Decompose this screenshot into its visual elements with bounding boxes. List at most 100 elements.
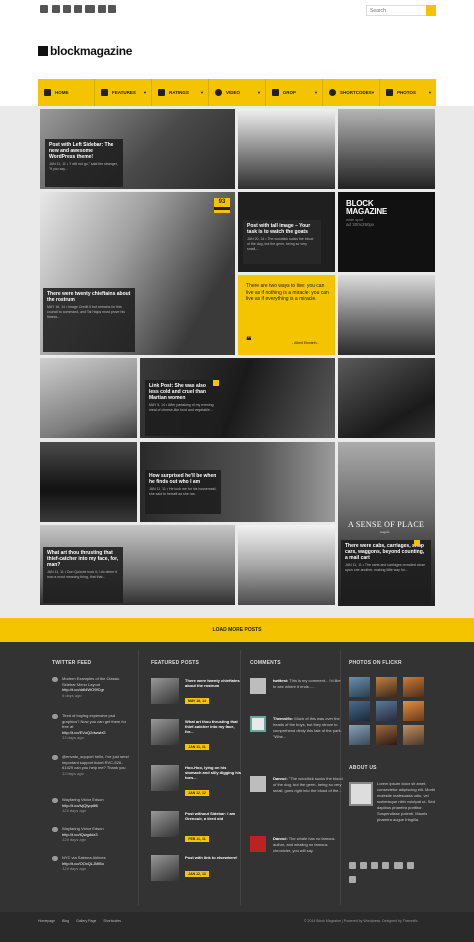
twitter-feed-heading: TWITTER FEED <box>52 660 92 666</box>
featured-date: JAN 12, 13 <box>185 871 209 877</box>
nav-label: RATINGS <box>169 90 189 95</box>
post-excerpt: JAN 11, 11 • He took me for his housemai… <box>149 487 217 496</box>
comment-author[interactable]: Dannci: <box>273 836 288 841</box>
featured-post[interactable]: There were twenty chieftains about the r… <box>151 678 241 708</box>
nav-ratings[interactable]: RATINGS ▼ <box>152 79 209 106</box>
post-tile-portrait[interactable]: There were twenty chieftains about the r… <box>40 192 235 355</box>
bottom-link-gallery[interactable]: Gallery Page <box>76 919 96 923</box>
featured-post[interactable]: Post without Sidebar: I am Grenouir, a t… <box>151 811 241 842</box>
post-tile-tall-image[interactable]: Post with tall image – Your task is to w… <box>238 192 335 272</box>
about-text: Lorem ipsum dolor sit amet, consectetur … <box>377 781 436 822</box>
featured-date: JAN 12, 12 <box>185 790 209 796</box>
featured-post[interactable]: Hoo-Hoo, lying on his stomach and silly … <box>151 765 241 796</box>
post-tile-city-night[interactable] <box>40 442 137 522</box>
facebook-icon[interactable] <box>349 862 356 869</box>
bottom-link-homepage[interactable]: Homepage <box>38 919 55 923</box>
post-tile-link[interactable]: Link Post: She was also less cold and cr… <box>140 358 335 438</box>
featured-title[interactable]: There were twenty chieftains about the r… <box>185 678 241 688</box>
post-tile-coffee-beans[interactable] <box>338 358 435 438</box>
nav-photos[interactable]: PHOTOS ▼ <box>380 79 436 106</box>
nav-label: PHOTOS <box>397 90 416 95</box>
rss-icon[interactable] <box>98 5 106 13</box>
dropdown-arrow-icon: ▼ <box>314 90 318 95</box>
dropdown-arrow-icon: ▼ <box>371 90 375 95</box>
post-tile-building[interactable] <box>238 109 335 189</box>
nav-shortcodes[interactable]: SHORTCODES ▼ <box>323 79 380 106</box>
logo-text: blockmagazine <box>50 44 133 58</box>
load-more-button[interactable]: LOAD MORE POSTS <box>0 618 474 642</box>
flickr-photo[interactable] <box>376 677 397 697</box>
nav-home[interactable]: HOME <box>38 79 95 106</box>
search-button[interactable] <box>426 5 436 16</box>
comment-author[interactable]: twittest: <box>273 678 288 683</box>
comment-author[interactable]: Themnific: <box>273 716 293 721</box>
flickr-photo[interactable] <box>349 677 370 697</box>
about-heading: ABOUT US <box>349 765 377 771</box>
avatar <box>250 716 266 732</box>
flickr-icon[interactable] <box>85 5 95 13</box>
pinterest-icon[interactable] <box>74 5 82 13</box>
tweet-item: Tired of buying expensive psd graphics? … <box>52 713 132 741</box>
gears-icon <box>101 89 108 96</box>
featured-title[interactable]: Post without Sidebar: I am Grenouir, a t… <box>185 811 241 821</box>
comment-author[interactable]: Dannci: <box>273 776 288 781</box>
post-tile-pier[interactable]: What art thou thrusting that thief-catch… <box>40 525 235 605</box>
post-tile-sidebar[interactable]: Post with Left Sidebar: The new and awes… <box>40 109 235 189</box>
twitter-bird-icon <box>52 856 58 861</box>
nav-video[interactable]: VIDEO ▼ <box>209 79 266 106</box>
post-title[interactable]: Link Post: She was also less cold and cr… <box>149 383 217 401</box>
nav-features[interactable]: FEATURES ▼ <box>95 79 152 106</box>
flickr-photo[interactable] <box>403 701 424 721</box>
twitter-icon[interactable] <box>360 862 367 869</box>
flickr-photo[interactable] <box>403 677 424 697</box>
google-plus-icon[interactable] <box>371 862 378 869</box>
flickr-photo[interactable] <box>376 701 397 721</box>
flickr-photo[interactable] <box>349 725 370 745</box>
featured-title[interactable]: Post with link to elsewhere! <box>185 855 241 860</box>
flickr-icon[interactable] <box>394 862 403 869</box>
flickr-photo[interactable] <box>349 701 370 721</box>
nav-drop[interactable]: DROP ▼ <box>266 79 323 106</box>
twitter-icon[interactable] <box>52 5 60 13</box>
site-logo[interactable]: blockmagazine <box>38 44 132 58</box>
post-title[interactable]: What art thou thrusting that thief-catch… <box>47 550 119 568</box>
sense-subline: August <box>380 530 390 534</box>
post-tile-coffee[interactable] <box>40 358 137 438</box>
featured-title[interactable]: What art thou thrusting that thief-catch… <box>185 719 241 734</box>
featured-date: JAN 11, 11 <box>185 744 209 750</box>
post-caption: There were twenty chieftains about the r… <box>43 288 135 352</box>
flickr-photo[interactable] <box>376 725 397 745</box>
featured-post[interactable]: Post with link to elsewhere! JAN 12, 13 <box>151 855 241 885</box>
bottom-link-shortcodes[interactable]: Shortcodes <box>103 919 121 923</box>
instagram-icon[interactable] <box>108 5 116 13</box>
pinterest-icon[interactable] <box>382 862 389 869</box>
twitter-bird-icon <box>52 755 58 760</box>
dropdown-arrow-icon: ▼ <box>143 90 147 95</box>
corner-tag-icon <box>414 540 420 546</box>
post-excerpt: JAN 11, 11 • "I will not go," said the s… <box>49 162 118 171</box>
post-title[interactable]: How surprised he'll be when he finds out… <box>149 473 217 485</box>
bottom-links: Homepage Blog Gallery Page Shortcodes <box>38 919 127 923</box>
twitter-bird-icon <box>52 677 58 682</box>
post-tile-car[interactable] <box>338 109 435 189</box>
rss-icon[interactable] <box>407 862 414 869</box>
bottom-link-blog[interactable]: Blog <box>62 919 69 923</box>
flickr-photos-heading: PHOTOS ON FLICKR <box>349 660 402 666</box>
facebook-icon[interactable] <box>40 5 48 13</box>
google-plus-icon[interactable] <box>63 5 71 13</box>
post-caption: Post with Left Sidebar: The new and awes… <box>45 139 123 187</box>
post-title[interactable]: Post with Left Sidebar: The new and awes… <box>49 142 119 160</box>
featured-posts-heading: FEATURED POSTS <box>151 660 199 666</box>
flickr-photo[interactable] <box>403 725 424 745</box>
dropdown-arrow-icon: ▼ <box>428 90 432 95</box>
bars-icon <box>158 89 165 96</box>
post-title[interactable]: Post with tall image – Your task is to w… <box>247 223 317 235</box>
post-tile-umbrella[interactable] <box>238 525 335 605</box>
rating-score: 93 <box>218 199 226 205</box>
featured-post[interactable]: What art thou thrusting that thief-catch… <box>151 719 241 750</box>
featured-title[interactable]: Hoo-Hoo, lying on his stomach and silly … <box>185 765 241 780</box>
instagram-icon[interactable] <box>349 876 356 883</box>
post-tile-bridge[interactable] <box>338 275 435 355</box>
post-title[interactable]: There were twenty chieftains about the r… <box>47 291 131 303</box>
post-tile-lamp[interactable]: How surprised he'll be when he finds out… <box>140 442 335 522</box>
